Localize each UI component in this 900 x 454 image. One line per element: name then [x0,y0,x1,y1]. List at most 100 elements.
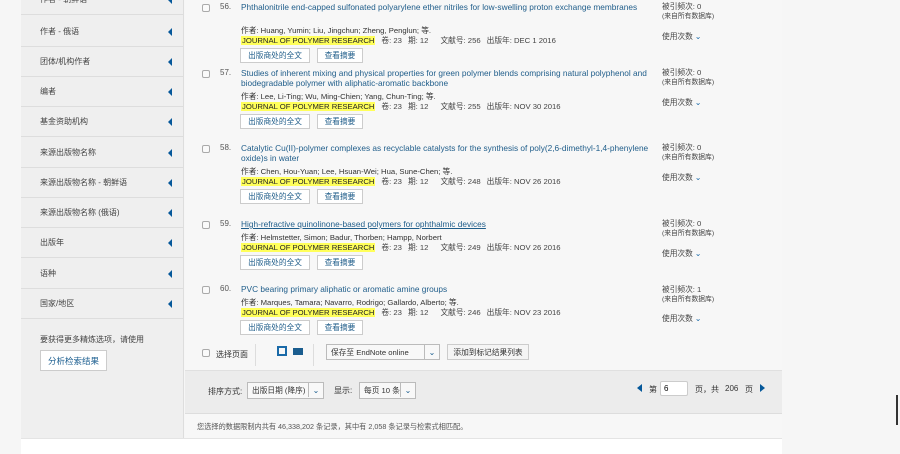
chevron-down-icon: ⌄ [694,173,702,182]
sidebar-item[interactable]: 来源出版物名称 [21,138,184,168]
view-abstract-button[interactable]: 查看摘要 [317,48,363,63]
journal-name[interactable]: JOURNAL OF POLYMER RESEARCH [241,177,376,186]
record-source: JOURNAL OF POLYMER RESEARCH 卷: 23 期: 12 文献号… [241,307,561,318]
view-abstract-button[interactable]: 查看摘要 [317,114,363,129]
sidebar-item[interactable]: 语种 [21,259,184,289]
page-size-select[interactable]: 每页 10 条 ⌄ [359,382,416,399]
sidebar-item-label: 团体/机构作者 [40,57,91,66]
record-title-link[interactable]: Studies of inherent mixing and physical … [241,68,651,88]
save-to-select[interactable]: 保存至 EndNote online ⌄ [326,344,440,360]
expand-icon [168,269,172,278]
journal-name[interactable]: JOURNAL OF POLYMER RESEARCH [241,36,376,45]
sidebar-item[interactable]: 基金资助机构 [21,107,184,137]
scrollbar[interactable] [896,395,898,425]
chevron-down-icon: ⌄ [694,314,702,323]
usage-label: 使用次数 [662,32,693,41]
usage-count-toggle[interactable]: 使用次数 ⌄ [662,31,701,42]
times-cited-count[interactable]: 被引频次: 1 [662,285,701,294]
sidebar-item-label: 编者 [40,87,56,96]
sidebar-item[interactable]: 来源出版物名称 (俄语) [21,198,184,228]
usage-label: 使用次数 [662,98,693,107]
chevron-down-icon: ⌄ [694,98,702,107]
record-checkbox[interactable] [202,286,210,294]
journal-name[interactable]: JOURNAL OF POLYMER RESEARCH [241,308,376,317]
volume: 卷: 23 [381,308,402,317]
volume: 卷: 23 [381,36,402,45]
print-icon[interactable] [277,346,287,356]
sidebar-item-label: 来源出版物名称 - 朝鲜语 [40,178,128,187]
record-title-link[interactable]: PVC bearing primary aliphatic or aromati… [241,284,651,294]
sort-label: 排序方式: [208,387,243,396]
select-page-label: 选择页面 [216,350,248,359]
sidebar-item[interactable]: 来源出版物名称 - 朝鲜语 [21,168,184,198]
volume: 卷: 23 [381,177,402,186]
publication-date: 出版年: DEC 1 2016 [486,36,556,45]
results-panel: 56. Phthalonitrile end-capped sulfonated… [185,0,782,454]
cited-source: (来自所有数据库) [662,296,715,303]
sort-select[interactable]: 出版日期 (降序) ⌄ [247,382,324,399]
add-to-marked-list-button[interactable]: 添加到标记结果列表 [447,344,529,360]
record-checkbox[interactable] [202,145,210,153]
expand-icon [168,27,172,36]
journal-name[interactable]: JOURNAL OF POLYMER RESEARCH [241,102,376,111]
sidebar-item-label: 国家/地区 [40,299,75,308]
record-checkbox[interactable] [202,70,210,78]
times-cited-count[interactable]: 被引频次: 0 [662,219,701,228]
record-title-link[interactable]: High-refractive quinolinone-based polyme… [241,219,651,229]
usage-count-toggle[interactable]: 使用次数 ⌄ [662,97,701,108]
usage-count-toggle[interactable]: 使用次数 ⌄ [662,248,701,259]
view-abstract-button[interactable]: 查看摘要 [317,320,363,335]
volume: 卷: 23 [381,102,402,111]
times-cited-count[interactable]: 被引频次: 0 [662,68,701,77]
expand-icon [168,57,172,66]
select-page-checkbox[interactable] [202,349,210,357]
cited-source: (来自所有数据库) [662,154,715,161]
show-label: 显示: [334,386,353,395]
times-cited-count[interactable]: 被引频次: 0 [662,2,701,11]
expand-icon [168,0,172,4]
prev-page-icon[interactable] [637,384,642,392]
usage-label: 使用次数 [662,249,693,258]
record-title-link[interactable]: Catalytic Cu(II)-polymer complexes as re… [241,143,651,163]
sidebar-item[interactable]: 团体/机构作者 [21,47,184,77]
page-number-input[interactable] [660,381,688,396]
usage-count-toggle[interactable]: 使用次数 ⌄ [662,313,701,324]
sidebar-item[interactable]: 作者 - 俄语 [21,17,184,47]
expand-icon [168,178,172,187]
view-abstract-button[interactable]: 查看摘要 [317,189,363,204]
sort-value: 出版日期 (降序) [252,386,306,395]
article-number: 文献号: 249 [440,243,481,252]
sidebar-item[interactable]: 编者 [21,77,184,107]
issue: 期: 12 [407,308,429,317]
full-text-button[interactable]: 出版商处的全文 [240,114,310,129]
usage-count-toggle[interactable]: 使用次数 ⌄ [662,172,701,183]
full-text-button[interactable]: 出版商处的全文 [240,255,310,270]
next-page-icon[interactable] [760,384,765,392]
record-number: 58. [220,143,232,152]
issue: 期: 12 [407,177,429,186]
sidebar-item[interactable]: 出版年 [21,228,184,258]
journal-name[interactable]: JOURNAL OF POLYMER RESEARCH [241,243,376,252]
sidebar-item-label: 语种 [40,269,56,278]
full-text-button[interactable]: 出版商处的全文 [240,189,310,204]
record-title-link[interactable]: Phthalonitrile end-capped sulfonated pol… [241,2,651,12]
full-text-button[interactable]: 出版商处的全文 [240,48,310,63]
sidebar-item[interactable]: 作者 - 朝鲜语 [21,0,184,15]
email-icon[interactable] [293,348,303,355]
usage-label: 使用次数 [662,314,693,323]
times-cited: 被引频次: 1 (来自所有数据库) [662,285,714,305]
full-text-button[interactable]: 出版商处的全文 [240,320,310,335]
record-checkbox[interactable] [202,4,210,12]
sidebar-item[interactable]: 国家/地区 [21,289,184,319]
record-checkbox[interactable] [202,221,210,229]
times-cited-count[interactable]: 被引频次: 0 [662,143,701,152]
refine-note: 要获得更多精炼选项，请使用 [40,335,144,344]
volume: 卷: 23 [381,243,402,252]
view-abstract-button[interactable]: 查看摘要 [317,255,363,270]
issue: 期: 12 [407,243,429,252]
record-source: JOURNAL OF POLYMER RESEARCH 卷: 23 期: 12 文献号… [241,35,556,46]
sidebar-item-label: 作者 - 朝鲜语 [40,0,87,5]
chevron-down-icon: ⌄ [308,383,323,397]
cited-source: (来自所有数据库) [662,13,715,20]
analyze-results-button[interactable]: 分析检索结果 [40,350,107,371]
